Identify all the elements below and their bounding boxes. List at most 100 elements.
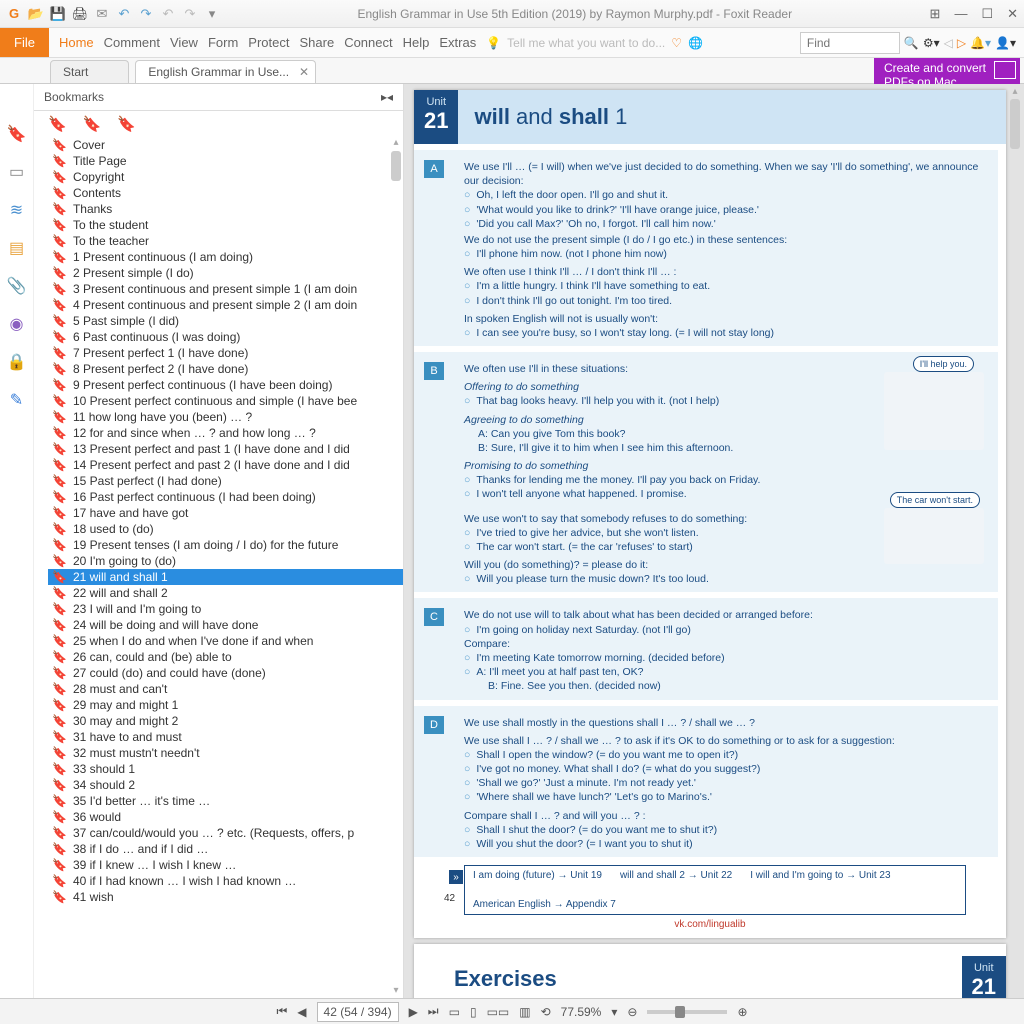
undo2-icon[interactable]: ↶ [160,6,176,22]
bookmark-item[interactable]: 🔖8 Present perfect 2 (I have done) [48,361,403,377]
tab-help[interactable]: Help [403,35,430,50]
bookmark-item[interactable]: 🔖To the student [48,217,403,233]
bookmark-item[interactable]: 🔖19 Present tenses (I am doing / I do) f… [48,537,403,553]
next-page-icon[interactable]: ▶ [409,1005,418,1019]
find-input[interactable] [800,32,900,54]
view-cont-facing-icon[interactable]: ▥ [519,1005,530,1019]
first-page-icon[interactable]: ⏮ [276,1004,287,1019]
document-scroll-thumb[interactable] [1010,99,1020,149]
bookmark-item[interactable]: 🔖29 may and might 1 [48,697,403,713]
bm-expand-icon[interactable]: 🔖 [117,115,136,133]
view-facing-icon[interactable]: ▭▭ [487,1005,510,1019]
minimize-icon[interactable]: — [954,6,967,22]
tab-view[interactable]: View [170,35,198,50]
bookmark-item[interactable]: 🔖20 I'm going to (do) [48,553,403,569]
bookmark-item[interactable]: 🔖24 will be doing and will have done [48,617,403,633]
thumbnails-icon[interactable]: ⊞ [930,6,941,22]
nav-next-icon[interactable]: ▷ [957,36,966,50]
zoom-dropdown-icon[interactable]: ▾ [611,1005,617,1019]
bm-add-icon[interactable]: 🔖 [83,115,102,133]
tab-document[interactable]: English Grammar in Use... ✕ [135,60,316,83]
pane-collapse-icon[interactable]: ▸◂ [381,90,393,104]
bookmark-item[interactable]: 🔖35 I'd better … it's time … [48,793,403,809]
bookmark-item[interactable]: 🔖15 Past perfect (I had done) [48,473,403,489]
bookmark-item[interactable]: 🔖Contents [48,185,403,201]
bookmark-item[interactable]: 🔖36 would [48,809,403,825]
bookmark-item[interactable]: 🔖1 Present continuous (I am doing) [48,249,403,265]
bookmark-item[interactable]: 🔖2 Present simple (I do) [48,265,403,281]
last-page-icon[interactable]: ⏭ [428,1004,439,1019]
bookmark-item[interactable]: 🔖23 I will and I'm going to [48,601,403,617]
nav-prev-icon[interactable]: ◁ [944,36,953,50]
close-icon[interactable]: ✕ [1007,6,1018,22]
bookmark-item[interactable]: 🔖14 Present perfect and past 2 (I have d… [48,457,403,473]
bookmarks-scroll-thumb[interactable] [391,151,401,181]
bm-delete-icon[interactable]: 🔖 [48,115,67,133]
print-icon[interactable]: 🖨 [72,6,88,22]
tab-connect[interactable]: Connect [344,35,392,50]
bookmark-item[interactable]: 🔖27 could (do) and could have (done) [48,665,403,681]
bookmark-item[interactable]: 🔖30 may and might 2 [48,713,403,729]
file-button[interactable]: File [0,28,49,57]
prev-page-icon[interactable]: ◀ [297,1005,306,1019]
bookmark-item[interactable]: 🔖11 how long have you (been) … ? [48,409,403,425]
pages-icon[interactable]: ▭ [9,162,24,182]
mail-icon[interactable]: ✉ [94,6,110,22]
bookmark-item[interactable]: 🔖7 Present perfect 1 (I have done) [48,345,403,361]
stamps-icon[interactable]: ◉ [10,314,24,334]
tab-share[interactable]: Share [299,35,334,50]
browser-icon[interactable]: 🌐 [688,36,703,50]
gear-icon[interactable]: ⚙▾ [923,36,940,50]
user-icon[interactable]: 👤▾ [995,36,1016,50]
bookmark-item[interactable]: 🔖40 if I had known … I wish I had known … [48,873,403,889]
bookmark-item[interactable]: 🔖33 should 1 [48,761,403,777]
bookmark-item[interactable]: 🔖18 used to (do) [48,521,403,537]
document-viewport[interactable]: ▴ Unit 21 will and shall 1 A We use I'll… [404,84,1024,998]
bookmark-item[interactable]: 🔖26 can, could and (be) able to [48,649,403,665]
bookmark-item[interactable]: 🔖3 Present continuous and present simple… [48,281,403,297]
bookmark-item[interactable]: 🔖31 have to and must [48,729,403,745]
bookmark-item[interactable]: 🔖22 will and shall 2 [48,585,403,601]
tab-home[interactable]: Home [59,35,94,50]
redo-icon[interactable]: ↷ [138,6,154,22]
undo-icon[interactable]: ↶ [116,6,132,22]
bookmark-item[interactable]: 🔖4 Present continuous and present simple… [48,297,403,313]
zoom-slider[interactable] [647,1010,727,1014]
security-icon[interactable]: 🔒 [7,352,27,372]
heart-icon[interactable]: ♡ [671,36,682,50]
bookmarks-scrollbar[interactable]: ▴▾ [389,137,403,996]
view-continuous-icon[interactable]: ▯ [470,1005,477,1019]
attachments-icon[interactable]: 📎 [7,276,27,296]
search-icon[interactable]: 🔍 [904,36,919,50]
view-rotate-icon[interactable]: ⟲ [541,1005,551,1019]
tab-form[interactable]: Form [208,35,238,50]
bookmark-item[interactable]: 🔖38 if I do … and if I did … [48,841,403,857]
bookmark-item[interactable]: 🔖16 Past perfect continuous (I had been … [48,489,403,505]
bookmark-item[interactable]: 🔖10 Present perfect continuous and simpl… [48,393,403,409]
bookmark-item[interactable]: 🔖12 for and since when … ? and how long … [48,425,403,441]
tab-protect[interactable]: Protect [248,35,289,50]
layers-icon[interactable]: ≋ [10,200,23,220]
open-icon[interactable]: 📂 [28,6,44,22]
save-icon[interactable]: 💾 [50,6,66,22]
view-single-icon[interactable]: ▭ [449,1005,460,1019]
zoom-out-icon[interactable]: ⊖ [627,1005,637,1019]
maximize-icon[interactable]: ☐ [981,6,993,22]
bookmark-item[interactable]: 🔖Title Page [48,153,403,169]
comments-icon[interactable]: ▤ [9,238,24,258]
bookmark-item[interactable]: 🔖28 must and can't [48,681,403,697]
bookmark-item[interactable]: 🔖41 wish [48,889,403,905]
bookmark-item[interactable]: 🔖32 must mustn't needn't [48,745,403,761]
bookmark-item[interactable]: 🔖To the teacher [48,233,403,249]
bookmark-item[interactable]: 🔖Thanks [48,201,403,217]
bookmark-item[interactable]: 🔖9 Present perfect continuous (I have be… [48,377,403,393]
bookmark-item[interactable]: 🔖Copyright [48,169,403,185]
bookmark-item[interactable]: 🔖6 Past continuous (I was doing) [48,329,403,345]
bookmark-item[interactable]: 🔖37 can/could/would you … ? etc. (Reques… [48,825,403,841]
bookmark-item[interactable]: 🔖5 Past simple (I did) [48,313,403,329]
tab-comment[interactable]: Comment [104,35,160,50]
dropdown-icon[interactable]: ▾ [204,6,220,22]
redo2-icon[interactable]: ↷ [182,6,198,22]
tab-close-icon[interactable]: ✕ [299,65,309,79]
page-indicator[interactable]: 42 (54 / 394) [317,1002,399,1022]
